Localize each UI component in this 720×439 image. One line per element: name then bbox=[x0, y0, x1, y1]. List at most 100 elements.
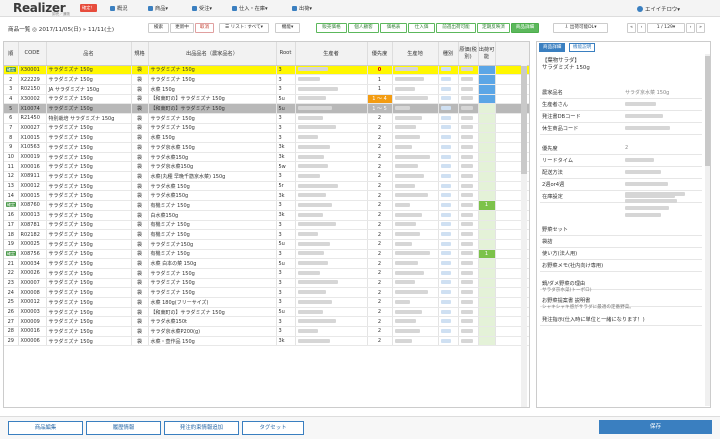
table-scrollbar-thumb[interactable] bbox=[521, 66, 527, 174]
shippable-cell[interactable] bbox=[478, 171, 496, 182]
shippable-cell[interactable] bbox=[478, 287, 496, 298]
shippable-cell[interactable] bbox=[478, 316, 496, 328]
table-row[interactable]: 確定 X30001 サラダミズナ 150g 袋サラダミズナ 150g 3 0 bbox=[4, 65, 529, 76]
table-row[interactable]: 27 X00009 サラダミズナ 150g 袋サラダ水菜150t 3 2 bbox=[4, 316, 529, 328]
prev-page-button[interactable]: ‹ bbox=[637, 23, 646, 33]
next-page-button[interactable]: › bbox=[686, 23, 695, 33]
tab-detail[interactable]: 商品詳細 bbox=[539, 43, 566, 52]
table-row[interactable]: 23 X00007 サラダミズナ 150g 袋サラダミズナ 150g 3 2 bbox=[4, 278, 529, 289]
shippable-cell[interactable] bbox=[478, 123, 496, 134]
shippable-cell[interactable] bbox=[478, 132, 496, 143]
table-row[interactable]: 確定 X08760 サラダミズナ 150g 袋有機ミズナ 150g 3 2 1 bbox=[4, 200, 529, 211]
search-button[interactable]: 検索 bbox=[148, 23, 169, 33]
shippable-cell[interactable] bbox=[478, 210, 496, 221]
add-order-promise-button[interactable]: 発注約束情報追加 bbox=[164, 421, 239, 435]
table-row[interactable]: 25 X00012 サラダミズナ 150g 袋水菜 180g(フリーサイズ) 3 2 bbox=[4, 297, 529, 308]
shippable-cell[interactable] bbox=[478, 239, 496, 250]
shippable-cell[interactable] bbox=[478, 190, 496, 202]
shippable-cell[interactable] bbox=[478, 258, 496, 269]
first-page-button[interactable]: « bbox=[627, 23, 636, 33]
table-row[interactable]: 28 X00016 サラダミズナ 150g 袋サラダ京水菜P200(g) 3 2 bbox=[4, 326, 529, 337]
col-order[interactable]: 順 bbox=[4, 42, 19, 66]
shippable-cell[interactable] bbox=[478, 220, 496, 231]
shippable-cell[interactable] bbox=[478, 103, 496, 114]
shippable-cell[interactable] bbox=[478, 74, 496, 85]
shippable-cell[interactable] bbox=[478, 229, 496, 240]
nav-purchase-stock[interactable]: 仕入・在庫▾ bbox=[232, 5, 268, 12]
shippable-cell[interactable]: 1 bbox=[478, 249, 496, 260]
tab-price-list[interactable]: 価格表 bbox=[380, 23, 407, 33]
nav-overview[interactable]: 概況 bbox=[110, 5, 127, 12]
col-producer[interactable]: 生産者 bbox=[295, 42, 368, 66]
col-priority[interactable]: 優先度 bbox=[367, 42, 393, 66]
table-row[interactable]: 26 X00003 サラダミズナ 150g 袋【和東町の】サラダミズナ 150g 5u 2 bbox=[4, 307, 529, 318]
detail-scrollbar-thumb[interactable] bbox=[705, 56, 710, 166]
tab-sales-price[interactable]: 販売価格 bbox=[316, 23, 347, 33]
function-dropdown[interactable]: 機能▾ bbox=[275, 23, 300, 33]
shippable-cell[interactable] bbox=[478, 307, 496, 318]
shippable-cell[interactable] bbox=[478, 84, 496, 95]
nav-products[interactable]: 商品▾ bbox=[148, 5, 168, 12]
shippable-cell[interactable] bbox=[478, 181, 496, 192]
table-row[interactable]: 13 X00012 サラダミズナ 150g 袋サラダ水菜 150g 5r 2 bbox=[4, 181, 529, 192]
edit-product-button[interactable]: 商品編集 bbox=[8, 421, 83, 435]
shippable-cell[interactable] bbox=[478, 297, 496, 308]
table-row[interactable]: 22 X00026 サラダミズナ 150g 袋サラダミズナ 150g 3 2 bbox=[4, 268, 529, 279]
history-button[interactable]: 履歴情報 bbox=[86, 421, 161, 435]
shippable-cell[interactable] bbox=[478, 336, 496, 347]
table-row[interactable]: 12 X08911 サラダミズナ 150g 袋水菜(丸種 早晩千筋京水菜) 150g 3… bbox=[4, 171, 529, 182]
table-row[interactable]: 9 X10563 サラダミズナ 150g 袋サラダ京水菜 150g 3k 2 bbox=[4, 142, 529, 153]
col-spec[interactable]: 規格 bbox=[131, 42, 149, 66]
last-page-button[interactable]: » bbox=[696, 23, 705, 33]
tab-product-detail[interactable]: 商品詳細 bbox=[511, 23, 539, 33]
col-root[interactable]: Root bbox=[276, 42, 296, 66]
col-shippable[interactable]: 出荷可能 bbox=[478, 42, 496, 66]
table-row[interactable]: 24 X00008 サラダミズナ 150g 袋サラダミズナ 150g 3 2 bbox=[4, 287, 529, 298]
table-row[interactable]: 6 R21450 特別栽培 サラダミズナ 150g 袋サラダミズナ 150g 3 2 bbox=[4, 113, 529, 124]
shippable-cell[interactable] bbox=[478, 326, 496, 337]
page-selector[interactable]: 1 / 129▾ bbox=[647, 23, 685, 33]
table-row[interactable]: 2 X22229 サラダミズナ 150g 袋サラダミズナ 150g 3 1 bbox=[4, 74, 529, 85]
download-shippable-button[interactable]: ⇩ 出荷可能DL▾ bbox=[553, 23, 608, 33]
table-row[interactable]: 16 X00013 サラダミズナ 150g 袋白水菜150g 3k 2 bbox=[4, 210, 529, 221]
col-name[interactable]: 品名 bbox=[46, 42, 132, 66]
tab-function-help[interactable]: 機能説明 bbox=[569, 43, 596, 52]
shippable-cell[interactable] bbox=[478, 65, 496, 76]
table-row[interactable]: 29 X00006 サラダミズナ 150g 袋水菜・壺作品 150g 3k 2 bbox=[4, 336, 529, 347]
save-button[interactable]: 保存 bbox=[599, 420, 712, 434]
cancel-button[interactable]: 取消 bbox=[195, 23, 214, 33]
col-origin[interactable]: 生産地 bbox=[392, 42, 439, 66]
table-row[interactable]: 17 X08781 サラダミズナ 150g 袋有機ミズナ 150g 3 2 bbox=[4, 220, 529, 231]
shippable-cell[interactable] bbox=[478, 113, 496, 124]
table-row[interactable]: 8 X10015 サラダミズナ 150g 袋水菜 150g 3 2 bbox=[4, 132, 529, 143]
table-row[interactable]: 19 X00025 サラダミズナ 150g 袋サラダミズナ150g 5u 2 bbox=[4, 239, 529, 250]
table-row[interactable]: 11 X00016 サラダミズナ 150g 袋サラダ京水菜150g 5w 2 bbox=[4, 161, 529, 173]
col-type[interactable]: 種別 bbox=[438, 42, 459, 66]
shippable-cell[interactable]: 1 bbox=[478, 200, 496, 211]
nav-shipping[interactable]: 出荷▾ bbox=[292, 5, 312, 12]
col-alias[interactable]: 出品品名（農家品名） bbox=[148, 42, 277, 66]
shippable-cell[interactable] bbox=[478, 94, 496, 105]
user-menu[interactable]: エイイチロウ▾ bbox=[636, 5, 680, 13]
col-code[interactable]: CODE bbox=[18, 42, 47, 66]
shippable-cell[interactable] bbox=[478, 142, 496, 153]
shippable-cell[interactable] bbox=[478, 268, 496, 279]
tag-set-button[interactable]: タグセット bbox=[242, 421, 304, 435]
list-filter-dropdown[interactable]: ☰ リスト: すべて▾ bbox=[219, 23, 269, 33]
tab-regular-applied[interactable]: 定期反映済 bbox=[477, 23, 510, 33]
table-row[interactable]: 3 R02150 JA サラダミズナ 150g 袋水菜 150g 3 1 bbox=[4, 84, 529, 95]
table-row[interactable]: 14 X00015 サラダミズナ 150g 袋サラダ水菜150g 3k 2 bbox=[4, 190, 529, 202]
col-cost[interactable]: 原価(税別) bbox=[458, 42, 479, 66]
table-row[interactable]: 21 X00034 サラダミズナ 150g 袋水菜 白本の菜 150g 5u 2 bbox=[4, 258, 529, 269]
table-row[interactable]: 10 X00019 サラダミズナ 150g 袋サラダ水菜150g 3k 2 bbox=[4, 152, 529, 163]
updating-button[interactable]: 更新中 bbox=[170, 23, 194, 33]
table-row[interactable]: 4 X30002 サラダミズナ 150g 袋【和東町の】サラダミズナ 150g 5u 1 … bbox=[4, 94, 529, 105]
tab-purchase-price[interactable]: 仕入価 bbox=[408, 23, 435, 33]
table-row[interactable]: 7 X00027 サラダミズナ 150g 袋サラダミズナ 150g 3 2 bbox=[4, 123, 529, 134]
table-row[interactable]: 18 R02182 サラダミズナ 150g 袋有機ミズナ 150g 3 2 bbox=[4, 229, 529, 240]
nav-orders[interactable]: 受注▾ bbox=[192, 5, 212, 12]
shippable-cell[interactable] bbox=[478, 152, 496, 163]
table-row[interactable]: 5 X10074 サラダミズナ 150g 袋【和東町の】サラダミズナ 150g 5u 1 … bbox=[4, 103, 529, 114]
table-row[interactable]: 確定 X08756 サラダミズナ 150g 袋有機ミズナ 150g 3 2 1 bbox=[4, 249, 529, 260]
tab-last-week-shippable[interactable]: 前週出荷可能 bbox=[436, 23, 476, 33]
